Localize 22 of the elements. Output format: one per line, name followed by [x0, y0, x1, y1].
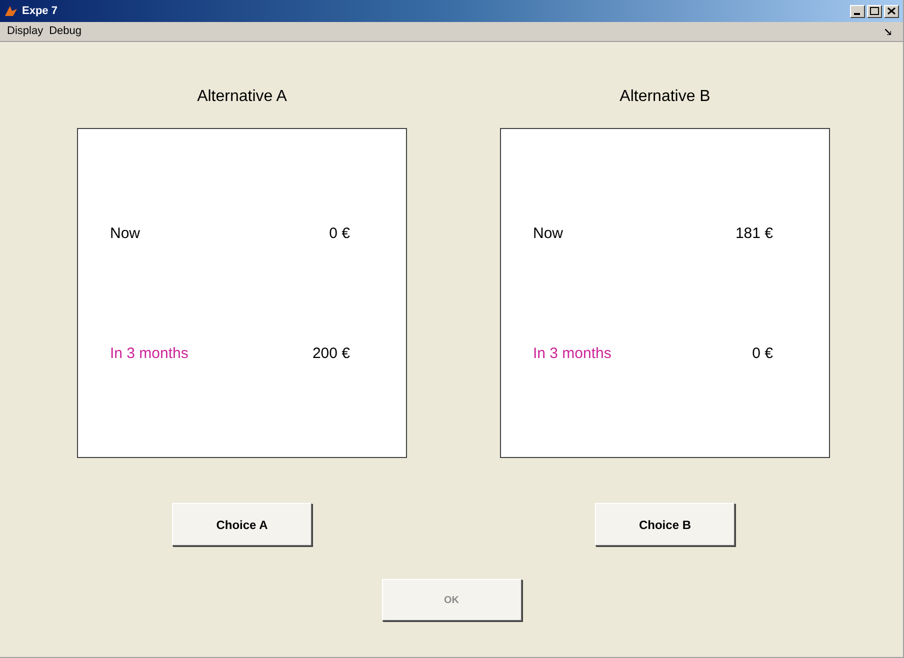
choice-button[interactable]: Choice A: [172, 503, 312, 546]
dock-arrow-icon: [885, 28, 891, 34]
alternative-title: Alternative A: [197, 87, 287, 107]
period-label: Now: [110, 224, 140, 244]
app-icon: [4, 4, 18, 18]
period-label: In 3 months: [533, 344, 612, 364]
menu-item[interactable]: Debug: [46, 23, 84, 40]
close-icon: [887, 7, 896, 15]
amount-value: 181 €: [735, 224, 773, 244]
amount-value: 0 €: [752, 344, 773, 364]
menu-item[interactable]: Display: [4, 23, 46, 40]
period-label: Now: [533, 224, 564, 244]
close-button[interactable]: [884, 4, 899, 18]
amount-value: 200 €: [312, 344, 350, 364]
minimize-button[interactable]: [850, 4, 865, 18]
maximize-button[interactable]: [867, 4, 882, 18]
alternative-title: Alternative B: [620, 87, 710, 107]
period-label: In 3 months: [110, 344, 188, 364]
maximize-icon: [870, 7, 879, 15]
choice-button[interactable]: Choice B: [595, 503, 735, 546]
amount-value: 0 €: [329, 224, 350, 244]
window-title: Expe 7: [22, 4, 58, 19]
